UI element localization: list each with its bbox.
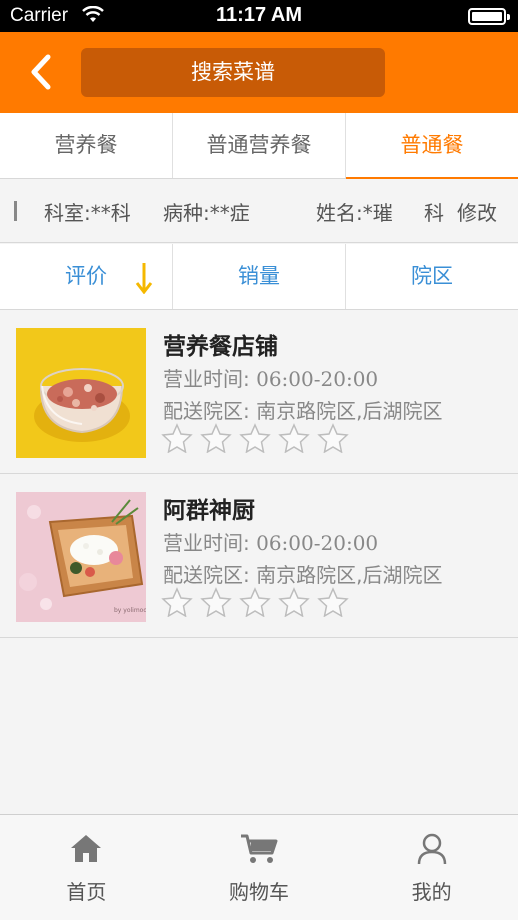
tab-regular-nutrition-meal[interactable]: 普通营养餐 [173,113,346,178]
nav-home-label: 首页 [66,880,107,904]
patient-info-bar: 科室:**科 病种:**症 姓名:*璀 科 修改 [0,179,518,243]
sort-by-sales[interactable]: 销量 [173,244,346,309]
battery-icon [468,8,510,25]
tab-nutrition-meal[interactable]: 营养餐 [0,113,173,178]
edit-info-button[interactable]: 修改 [457,197,497,226]
delivery-campus-value: 南京路院区,后湖院区 [256,563,443,587]
delivery-campus-label: 配送院区: [163,399,250,423]
back-button[interactable] [22,52,62,92]
nav-cart[interactable]: 购物车 [173,815,346,920]
delivery-campus: 配送院区: 南京路院区,后湖院区 [163,395,442,424]
star-icon [200,423,232,453]
star-icon [317,587,349,617]
sort-rating-label: 评价 [65,264,107,288]
shop-image [16,328,146,458]
star-icon [278,423,310,453]
star-icon [239,423,271,453]
business-hours-value: 06:00-20:00 [256,367,379,391]
delivery-campus: 配送院区: 南京路院区,后湖院区 [163,559,442,588]
scroll-edge-mark [14,201,17,221]
nav-mine[interactable]: 我的 [345,815,518,920]
list-item[interactable]: by yolimoon 阿群神厨 营业时间: 06:00-20:00 配送院区:… [0,475,518,638]
delivery-campus-label: 配送院区: [163,563,250,587]
meal-type-tabs: 营养餐 普通营养餐 普通餐 [0,113,518,179]
arrow-down-icon [135,263,153,294]
star-icon [161,587,193,617]
star-rating [161,587,356,617]
sort-bar: 评价 销量 院区 [0,244,518,310]
star-icon [239,587,271,617]
shop-name: 阿群神厨 [163,498,255,524]
user-icon [417,833,446,865]
nav-cart-label: 购物车 [229,880,289,904]
business-hours: 营业时间: 06:00-20:00 [163,363,378,392]
department-label: 科室:**科 [44,201,131,225]
star-icon [200,587,232,617]
shop-name: 营养餐店铺 [163,334,278,360]
disease-label: 病种:**症 [163,201,250,225]
truncated-label: 科 [424,201,444,225]
business-hours-label: 营业时间: [163,367,250,391]
business-hours-value: 06:00-20:00 [256,531,379,555]
business-hours-label: 营业时间: [163,531,250,555]
search-recipe-button[interactable]: 搜索菜谱 [81,48,385,97]
header: 搜索菜谱 [0,32,518,113]
star-icon [278,587,310,617]
cart-icon [241,834,278,863]
sort-by-rating[interactable]: 评价 [0,244,173,309]
list-item[interactable]: 营养餐店铺 营业时间: 06:00-20:00 配送院区: 南京路院区,后湖院区 [0,311,518,474]
bottom-nav: 首页 购物车 我的 [0,814,518,920]
star-icon [161,423,193,453]
delivery-campus-value: 南京路院区,后湖院区 [256,399,443,423]
star-icon [317,423,349,453]
star-rating [161,423,356,453]
status-bar: Carrier 11:17 AM [0,0,518,32]
business-hours: 营业时间: 06:00-20:00 [163,527,378,556]
sort-by-campus[interactable]: 院区 [346,244,518,309]
tab-regular-meal[interactable]: 普通餐 [346,113,518,179]
nav-home[interactable]: 首页 [0,815,173,920]
svg-text:by yolimoon: by yolimoon [114,607,146,614]
clock: 11:17 AM [216,4,302,26]
shop-image: by yolimoon [16,492,146,622]
nav-mine-label: 我的 [411,880,452,904]
patient-name-label: 姓名:*璀 [316,201,393,225]
chevron-left-icon [31,54,51,90]
home-icon [71,835,102,862]
